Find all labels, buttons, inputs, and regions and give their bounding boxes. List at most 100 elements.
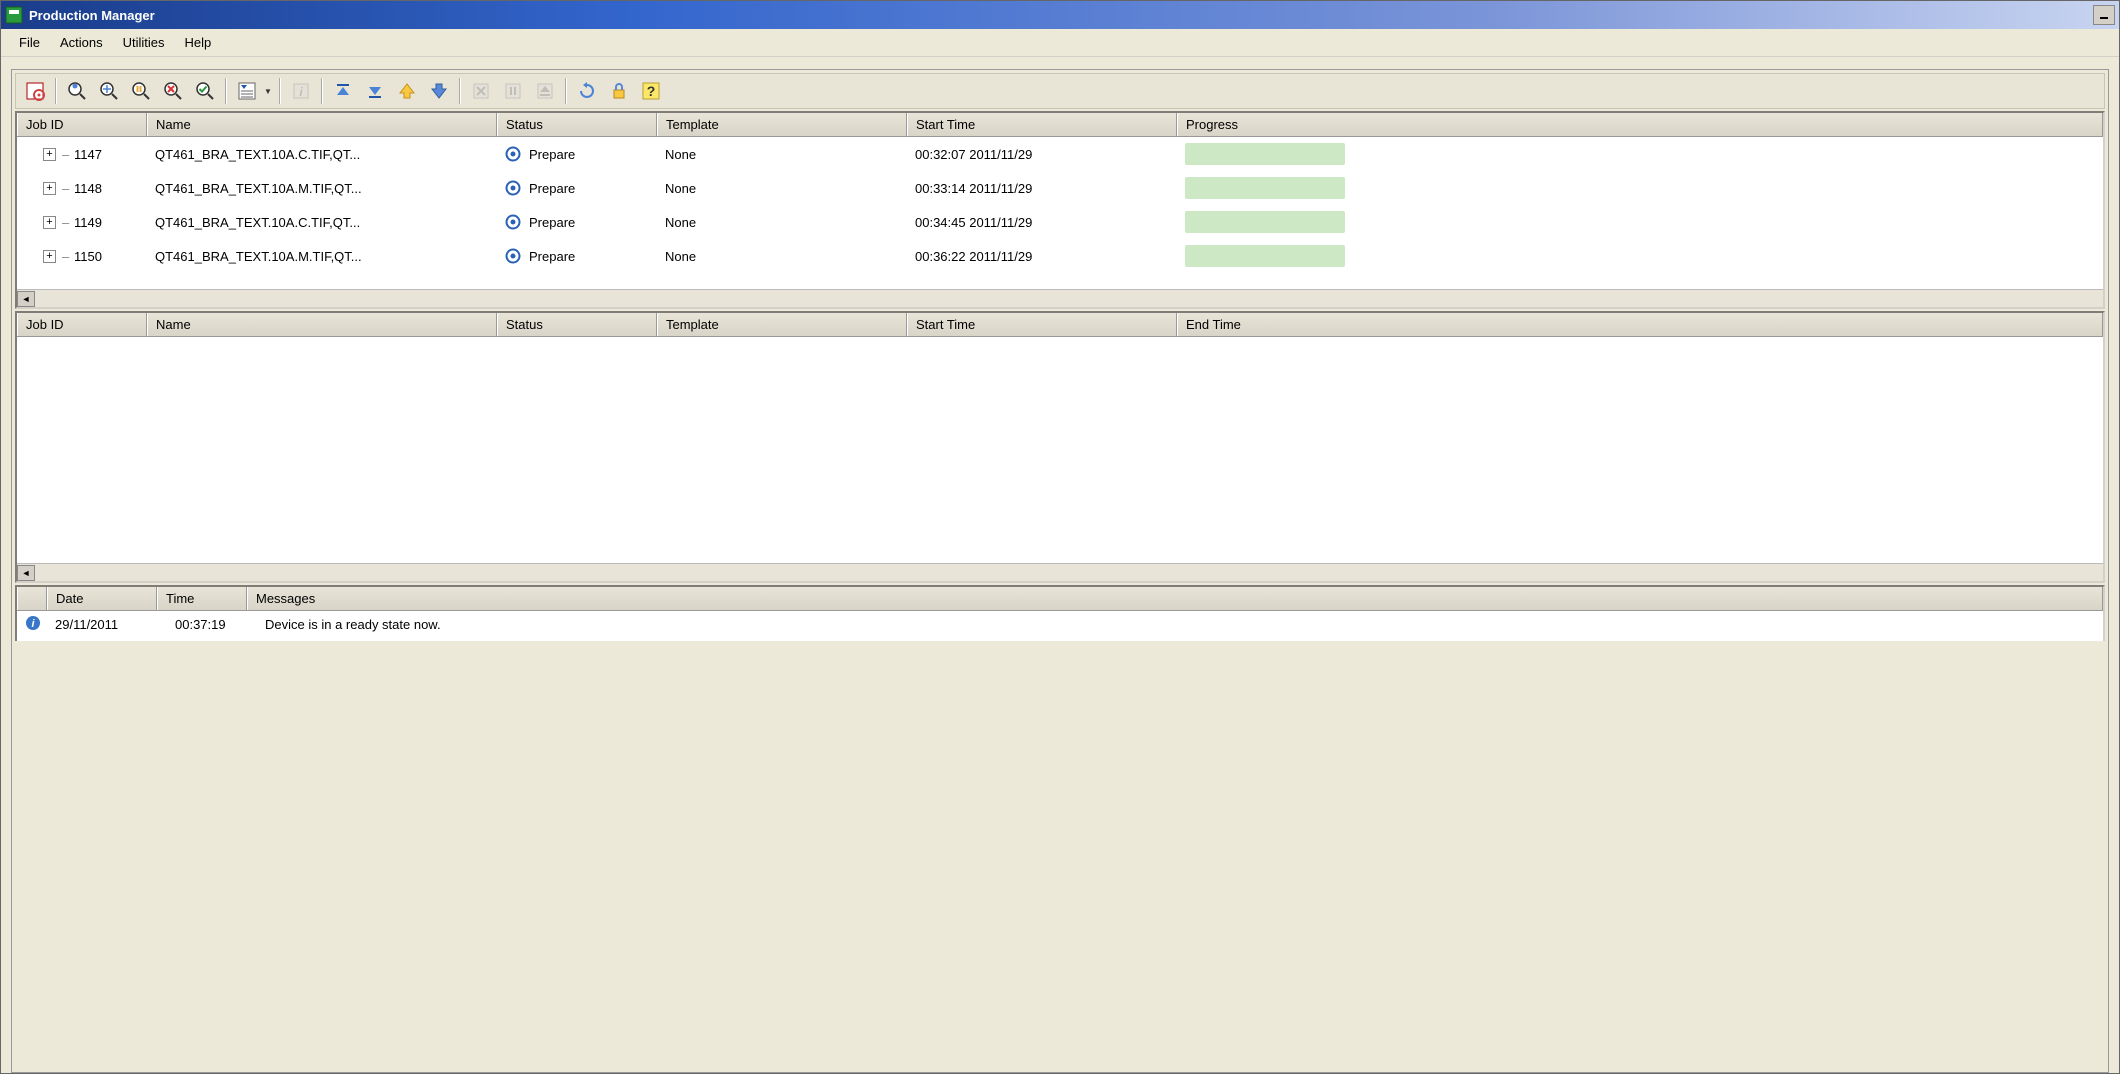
refresh-button[interactable]: [572, 76, 602, 106]
menu-utilities[interactable]: Utilities: [113, 31, 175, 54]
status-text: Prepare: [529, 215, 575, 230]
list-button[interactable]: [232, 76, 262, 106]
svg-text:?: ?: [647, 83, 656, 99]
menu-actions[interactable]: Actions: [50, 31, 113, 54]
col-messages[interactable]: Messages: [247, 587, 2103, 610]
toolbar-separator: [55, 78, 57, 104]
col-name[interactable]: Name: [147, 113, 497, 136]
cell-template: None: [657, 178, 907, 199]
message-time: 00:37:19: [175, 617, 265, 632]
settings-button[interactable]: [20, 76, 50, 106]
expand-icon[interactable]: +: [43, 148, 56, 161]
col-name[interactable]: Name: [147, 313, 497, 336]
minimize-button[interactable]: [2093, 5, 2115, 25]
job-id-text: 1150: [74, 249, 102, 264]
col-template[interactable]: Template: [657, 113, 907, 136]
delete-button: [466, 76, 496, 106]
cell-progress: [1177, 174, 2103, 202]
col-time[interactable]: Time: [157, 587, 247, 610]
col-start[interactable]: Start Time: [907, 113, 1177, 136]
messages-pane: Date Time Messages i 29/11/2011 00:37:19…: [15, 585, 2105, 641]
menubar: File Actions Utilities Help: [1, 29, 2119, 57]
menu-help[interactable]: Help: [175, 31, 222, 54]
cell-start: 00:34:45 2011/11/29: [907, 212, 1177, 233]
zoom-cancel-button[interactable]: [158, 76, 188, 106]
cell-progress: [1177, 242, 2103, 270]
job-id-text: 1148: [74, 181, 102, 196]
col-icon[interactable]: [17, 587, 47, 610]
col-template[interactable]: Template: [657, 313, 907, 336]
zoom-check-button[interactable]: [190, 76, 220, 106]
window-controls: [2093, 5, 2115, 25]
job-id-text: 1149: [74, 215, 102, 230]
col-jobid[interactable]: Job ID: [17, 113, 147, 136]
zoom-pause-button[interactable]: [126, 76, 156, 106]
job-row[interactable]: +–1148 QT461_BRA_TEXT.10A.M.TIF,QT...Prep…: [17, 171, 2103, 205]
zoom-clock-button[interactable]: [62, 76, 92, 106]
scroll-left-icon[interactable]: ◄: [17, 565, 35, 581]
help-button[interactable]: ?: [636, 76, 666, 106]
move-top-button[interactable]: [328, 76, 358, 106]
col-date[interactable]: Date: [47, 587, 157, 610]
col-start[interactable]: Start Time: [907, 313, 1177, 336]
col-status[interactable]: Status: [497, 313, 657, 336]
tree-line-icon: –: [62, 147, 74, 162]
tree-line-icon: –: [62, 181, 74, 196]
status-prepare-icon: [505, 248, 521, 264]
cell-name: QT461_BRA_TEXT.10A.C.TIF,QT...: [147, 144, 497, 165]
cell-start: 00:33:14 2011/11/29: [907, 178, 1177, 199]
job-row[interactable]: +–1150QT461_BRA_TEXT.10A.M.TIF,QT...Prep…: [17, 239, 2103, 273]
toolbar-separator: [279, 78, 281, 104]
col-jobid[interactable]: Job ID: [17, 313, 147, 336]
expand-icon[interactable]: +: [43, 216, 56, 229]
jobs-body: +–1147QT461_BRA_TEXT.10A.C.TIF,QT...Prep…: [17, 137, 2103, 289]
toolbar-separator: [565, 78, 567, 104]
col-progress[interactable]: Progress: [1177, 113, 2103, 136]
cell-jobid: +–1150: [17, 246, 147, 267]
pause-job-button: [498, 76, 528, 106]
cell-progress: [1177, 140, 2103, 168]
zoom-target-button[interactable]: [94, 76, 124, 106]
cell-template: None: [657, 212, 907, 233]
window-title: Production Manager: [29, 8, 2093, 23]
jobs-hscroll[interactable]: ◄: [17, 289, 2103, 307]
move-bottom-button[interactable]: [360, 76, 390, 106]
status-prepare-icon: [505, 214, 521, 230]
scroll-left-icon[interactable]: ◄: [17, 291, 35, 307]
cell-status: Prepare: [497, 177, 657, 199]
expand-icon[interactable]: +: [43, 250, 56, 263]
cell-jobid: +–1149: [17, 212, 147, 233]
history-header-row: Job ID Name Status Template Start Time E…: [17, 313, 2103, 337]
col-end[interactable]: End Time: [1177, 313, 2103, 336]
history-pane: Job ID Name Status Template Start Time E…: [15, 311, 2105, 583]
cell-name: QT461_BRA_TEXT.10A.M.TIF,QT...: [147, 178, 497, 199]
status-prepare-icon: [505, 180, 521, 196]
history-hscroll[interactable]: ◄: [17, 563, 2103, 581]
cell-status: Prepare: [497, 245, 657, 267]
status-text: Prepare: [529, 147, 575, 162]
cell-template: None: [657, 144, 907, 165]
jobs-pane: Job ID Name Status Template Start Time P…: [15, 111, 2105, 309]
cell-progress: [1177, 208, 2103, 236]
progress-bar: [1185, 177, 1345, 199]
info-icon: i: [25, 615, 47, 634]
menu-file[interactable]: File: [9, 31, 50, 54]
info-button: i: [286, 76, 316, 106]
col-status[interactable]: Status: [497, 113, 657, 136]
cell-template: None: [657, 246, 907, 267]
job-row[interactable]: +–1147QT461_BRA_TEXT.10A.C.TIF,QT... Prep…: [17, 137, 2103, 171]
eject-button: [530, 76, 560, 106]
tree-line-icon: –: [62, 215, 74, 230]
move-down-button[interactable]: [424, 76, 454, 106]
content-frame: ▼ i: [11, 69, 2109, 1073]
move-up-button[interactable]: [392, 76, 422, 106]
tree-line-icon: –: [62, 249, 74, 264]
cell-start: 00:32:07 2011/11/29: [907, 144, 1177, 165]
cell-jobid: +–1147: [17, 144, 147, 165]
list-dropdown[interactable]: ▼: [264, 87, 274, 96]
job-row[interactable]: +–1149QT461_BRA_TEXT.10A.C.TIF,QT...Prep…: [17, 205, 2103, 239]
message-row[interactable]: i 29/11/2011 00:37:19 Device is in a rea…: [17, 611, 2103, 638]
lock-button[interactable]: [604, 76, 634, 106]
cell-name: QT461_BRA_TEXT.10A.M.TIF,QT...: [147, 246, 497, 267]
expand-icon[interactable]: +: [43, 182, 56, 195]
